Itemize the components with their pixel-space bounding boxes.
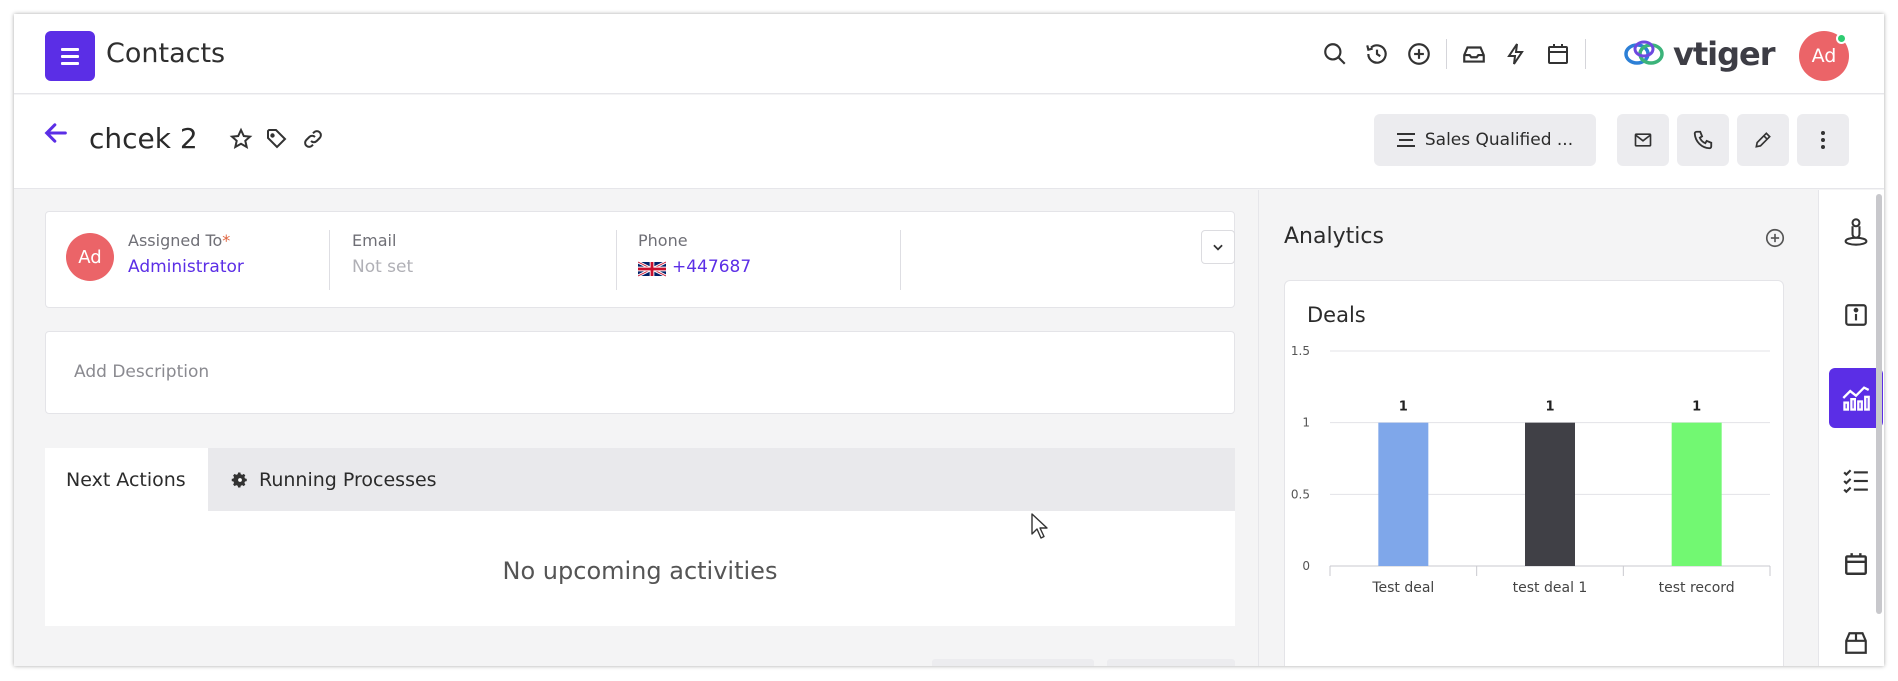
divider <box>1446 39 1447 69</box>
activities-panel: Next Actions Running Processes No upcomi… <box>45 448 1235 626</box>
edit-button[interactable] <box>1737 114 1789 166</box>
analytics-panel: Analytics Deals 0 0.5 1 1.5 1 Test deal 1 test … <box>1258 190 1818 666</box>
lightning-icon[interactable] <box>1495 36 1537 72</box>
phone-value[interactable]: +447687 <box>672 257 751 277</box>
expand-summary-button[interactable] <box>1201 230 1235 264</box>
gear-icon <box>231 472 247 487</box>
bar <box>1671 422 1722 566</box>
y-tick-label: 0 <box>1302 559 1310 573</box>
calendar-icon[interactable] <box>1537 36 1579 72</box>
add-circle-icon[interactable] <box>1398 36 1440 72</box>
footer-button-stub[interactable] <box>932 659 1094 666</box>
app-window: Contacts vtiger Ad chcek 2 Sales Qualifi… <box>14 14 1884 666</box>
bar <box>1378 422 1429 566</box>
mouse-cursor-icon <box>1030 512 1050 544</box>
vtiger-logo: vtiger <box>1623 34 1776 74</box>
bar-data-label: 1 <box>1399 400 1408 415</box>
email-button[interactable] <box>1617 114 1669 166</box>
right-rail <box>1818 190 1884 666</box>
stage-dropdown-button[interactable]: Sales Qualified ... <box>1374 114 1596 166</box>
logo-text: vtiger <box>1673 35 1776 73</box>
summary-card: Ad Assigned To* Administrator Email Not … <box>45 211 1235 308</box>
user-avatar[interactable]: Ad <box>1799 31 1849 81</box>
online-status-dot <box>1836 33 1847 44</box>
deals-chart-title: Deals <box>1307 303 1366 327</box>
box-icon <box>1845 632 1867 654</box>
y-tick-label: 1.5 <box>1291 344 1310 358</box>
email-value[interactable]: Not set <box>352 257 413 277</box>
app-title: Contacts <box>106 38 226 69</box>
rail-key-person[interactable] <box>1829 202 1883 262</box>
record-title: chcek 2 <box>89 122 198 155</box>
top-icon-group <box>1314 36 1592 72</box>
deals-bar-chart: 0 0.5 1 1.5 1 Test deal 1 test deal 1 1 test reco… <box>1291 344 1771 596</box>
back-arrow-icon[interactable] <box>42 119 70 151</box>
more-icon <box>1821 131 1825 149</box>
top-bar: Contacts vtiger Ad <box>14 14 1884 94</box>
x-tick-label: Test deal <box>1371 580 1434 596</box>
email-icon <box>1634 133 1652 147</box>
record-title-icons <box>229 127 325 155</box>
rail-checklist[interactable] <box>1829 451 1883 511</box>
phone-label: Phone <box>638 231 688 250</box>
rail-box[interactable] <box>1829 613 1883 666</box>
divider <box>900 230 901 290</box>
tab-label: Running Processes <box>259 468 437 491</box>
key-person-icon <box>1844 218 1868 246</box>
menu-button[interactable] <box>45 31 95 81</box>
phone-button[interactable] <box>1677 114 1729 166</box>
footer-button-stub[interactable] <box>1107 659 1235 666</box>
divider <box>329 230 330 290</box>
required-marker: * <box>222 231 231 250</box>
assigned-to-label: Assigned To* <box>128 231 230 250</box>
divider <box>616 230 617 290</box>
phone-icon <box>1693 130 1713 150</box>
tab-label: Next Actions <box>66 468 186 491</box>
rail-info[interactable] <box>1829 285 1883 345</box>
bar <box>1525 422 1575 566</box>
assignee-avatar: Ad <box>66 233 114 281</box>
calendar-icon <box>1845 553 1867 575</box>
description-field[interactable]: Add Description <box>45 331 1235 414</box>
more-button[interactable] <box>1797 114 1849 166</box>
tab-running-processes[interactable]: Running Processes <box>208 448 437 511</box>
chevron-down-icon <box>1213 244 1223 251</box>
stage-label: Sales Qualified ... <box>1424 130 1574 150</box>
tab-next-actions[interactable]: Next Actions <box>45 448 208 511</box>
y-tick-label: 1 <box>1302 416 1310 430</box>
empty-activities-text: No upcoming activities <box>502 557 778 585</box>
divider <box>1585 39 1586 69</box>
info-icon <box>1845 304 1867 326</box>
assigned-to-label-text: Assigned To <box>128 231 223 250</box>
email-label: Email <box>352 231 397 250</box>
uk-flag-icon <box>637 260 667 281</box>
deals-chart-card: Deals 0 0.5 1 1.5 1 Test deal 1 test deal 1 1 tes… <box>1284 280 1784 666</box>
tag-icon[interactable] <box>265 127 289 155</box>
tab-bar: Next Actions Running Processes <box>45 448 1235 511</box>
user-initials: Ad <box>1811 45 1837 67</box>
history-icon[interactable] <box>1356 36 1398 72</box>
link-icon[interactable] <box>301 127 325 155</box>
lines-icon <box>1396 133 1415 147</box>
x-tick-label: test record <box>1659 580 1735 596</box>
logo-mark-icon <box>1624 40 1664 65</box>
record-header: chcek 2 Sales Qualified ... <box>14 95 1884 189</box>
rail-calendar[interactable] <box>1829 534 1883 594</box>
search-icon[interactable] <box>1314 36 1356 72</box>
assigned-to-value[interactable]: Administrator <box>128 257 244 277</box>
rail-analytics[interactable] <box>1829 368 1883 428</box>
star-icon[interactable] <box>229 127 253 155</box>
x-tick-label: test deal 1 <box>1513 580 1588 596</box>
analytics-icon <box>1842 386 1870 411</box>
bar-data-label: 1 <box>1545 400 1554 415</box>
inbox-icon[interactable] <box>1453 36 1495 72</box>
add-widget-icon[interactable] <box>1764 227 1786 253</box>
description-placeholder: Add Description <box>74 362 210 382</box>
y-tick-label: 0.5 <box>1291 487 1310 501</box>
bar-data-label: 1 <box>1692 400 1701 415</box>
edit-icon <box>1755 132 1771 148</box>
analytics-title: Analytics <box>1284 224 1384 249</box>
scrollbar[interactable] <box>1876 194 1882 614</box>
checklist-icon <box>1843 469 1868 494</box>
